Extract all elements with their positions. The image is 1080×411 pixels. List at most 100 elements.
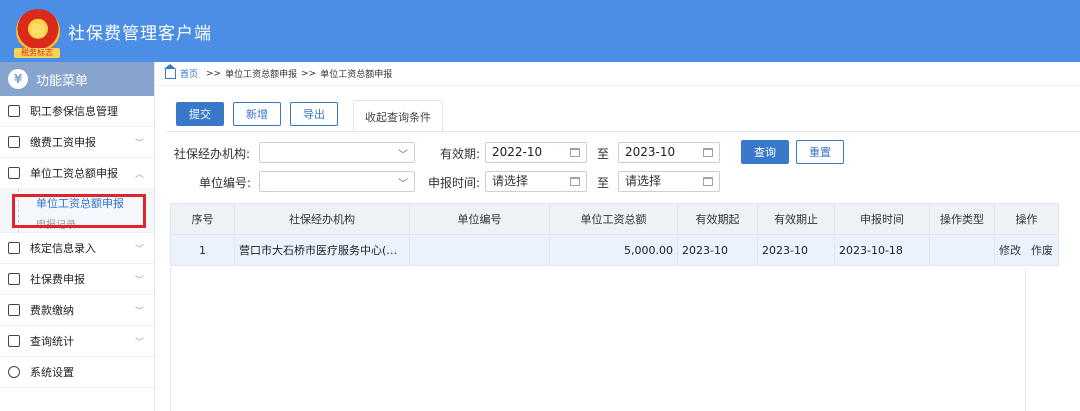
submenu-item-declaration-record[interactable]: 申报记录 [36,216,76,231]
breadcrumb: 首页 >> 单位工资总额申报 >> 单位工资总额申报 [155,62,1080,86]
export-button[interactable]: 导出 [290,102,338,126]
table-empty-area [170,268,1026,411]
submenu-tree-line [18,189,19,233]
col-header-end: 有效期止 [757,203,835,235]
report-to-value: 请选择 [625,174,662,188]
calendar-icon [703,148,713,157]
breadcrumb-home[interactable]: 首页 [180,67,198,80]
toolbar: 提交 新增 导出 [176,102,347,126]
sidebar-item-label: 社保费申报 [30,273,85,286]
menu-header: ¥ 功能菜单 [0,62,154,96]
cell-unit [409,234,550,266]
emblem-caption: 税务标志 [14,48,60,58]
query-button[interactable]: 查询 [741,140,789,164]
sidebar-item-employee-insurance[interactable]: 职工参保信息管理 [0,96,154,127]
to-label: 至 [597,147,610,161]
cell-agency: 营口市大石桥市医疗服务中心(医疗... [234,234,410,266]
cell-actions: 修改 作废 [994,234,1059,266]
agency-select[interactable]: ﹀ [259,142,415,163]
cell-op-type [929,234,995,266]
sidebar: ¥ 功能菜单 职工参保信息管理 缴费工资申报 ﹀ 单位工资总额申报 ︿ 单位工资… [0,62,155,411]
sidebar-item-verification-input[interactable]: 核定信息录入 ﹀ [0,233,154,264]
valid-from-value: 2022-10 [492,145,543,159]
sidebar-item-label: 费款缴纳 [30,304,74,317]
breadcrumb-level2: 单位工资总额申报 [320,70,393,80]
menu-title: 功能菜单 [36,73,89,89]
col-header-no: 序号 [170,203,235,235]
grid-icon [8,105,20,117]
submit-button[interactable]: 提交 [176,102,224,126]
chevron-down-icon: ﹀ [398,150,408,161]
report-from-value: 请选择 [492,174,529,188]
chevron-down-icon: ﹀ [134,337,144,348]
tab-collapse-query[interactable]: 收起查询条件 [353,100,443,132]
col-header-op-type: 操作类型 [929,203,995,235]
valid-from-input[interactable]: 2022-10 [485,142,587,163]
agency-label: 社保经办机构: [174,147,251,161]
app-header: 税 税务标志 社保费管理客户端 [0,0,1080,62]
breadcrumb-separator: >> [206,68,222,79]
calendar-icon [8,167,20,179]
submenu-item-total-wage-declaration[interactable]: 单位工资总额申报 [36,195,124,211]
col-header-unit: 单位编号 [409,203,550,235]
report-from-input[interactable]: 请选择 [485,171,587,192]
yen-icon: ¥ [8,69,28,89]
home-icon [164,63,176,79]
col-header-agency: 社保经办机构 [234,203,410,235]
main-content: 首页 >> 单位工资总额申报 >> 单位工资总额申报 提交 新增 导出 收起查询… [155,62,1080,411]
col-header-start: 有效期起 [677,203,758,235]
cell-start: 2023-10 [677,234,758,266]
chevron-up-icon: ︿ [134,169,144,180]
void-link[interactable]: 作废 [1031,244,1053,257]
report-to-input[interactable]: 请选择 [618,171,720,192]
chevron-down-icon: ﹀ [398,179,408,190]
app-title: 社保费管理客户端 [68,23,212,44]
chart-icon [8,335,20,347]
chevron-down-icon: ﹀ [134,306,144,317]
breadcrumb-level1: 单位工资总额申报 [225,70,298,80]
valid-period-label: 有效期: [440,147,481,161]
calendar-icon [8,273,20,285]
sidebar-item-total-wage[interactable]: 单位工资总额申报 ︿ [0,158,154,189]
sidebar-item-social-insurance-declaration[interactable]: 社保费申报 ﹀ [0,264,154,295]
unit-number-select[interactable]: ﹀ [259,171,415,192]
col-header-amount: 单位工资总额 [549,203,678,235]
sidebar-item-system-settings[interactable]: 系统设置 [0,357,154,388]
calendar-icon [703,177,713,186]
gear-icon [8,366,20,378]
sidebar-item-label: 缴费工资申报 [30,136,96,149]
results-table: 序号 社保经办机构 单位编号 单位工资总额 有效期起 有效期止 申报时间 操作类… [170,203,1059,266]
calendar-icon [8,242,20,254]
book-icon [8,304,20,316]
add-button[interactable]: 新增 [233,102,281,126]
table-row[interactable]: 1 营口市大石桥市医疗服务中心(医疗... 5,000.00 2023-10 2… [170,234,1059,266]
cell-report-time: 2023-10-18 [834,234,930,266]
reset-button[interactable]: 重置 [796,140,844,164]
sidebar-item-label: 职工参保信息管理 [30,105,118,118]
sidebar-item-query-statistics[interactable]: 查询统计 ﹀ [0,326,154,357]
col-header-report-time: 申报时间 [834,203,930,235]
to-label: 至 [597,176,610,190]
valid-to-value: 2023-10 [625,145,676,159]
filter-panel: 社保经办机构: ﹀ 有效期: 2022-10 至 2023-10 查询 重置 单… [167,131,1080,195]
calendar-icon [570,148,580,157]
tax-emblem-icon: 税 [16,9,60,53]
sidebar-item-label: 查询统计 [30,335,74,348]
sidebar-item-payment[interactable]: 费款缴纳 ﹀ [0,295,154,326]
sidebar-item-wage-declaration[interactable]: 缴费工资申报 ﹀ [0,127,154,158]
cell-no: 1 [170,234,235,266]
edit-link[interactable]: 修改 [999,244,1021,257]
chevron-down-icon: ﹀ [134,275,144,286]
unit-number-label: 单位编号: [199,176,252,190]
cell-end: 2023-10 [757,234,835,266]
report-time-label: 申报时间: [428,176,481,190]
table-header-row: 序号 社保经办机构 单位编号 单位工资总额 有效期起 有效期止 申报时间 操作类… [170,203,1059,235]
col-header-actions: 操作 [994,203,1059,235]
valid-to-input[interactable]: 2023-10 [618,142,720,163]
breadcrumb-separator: >> [301,68,317,79]
sidebar-item-label: 核定信息录入 [30,242,96,255]
edit-icon [8,136,20,148]
submenu-total-wage: 单位工资总额申报 申报记录 [0,189,154,233]
calendar-icon [570,177,580,186]
chevron-down-icon: ﹀ [134,244,144,255]
